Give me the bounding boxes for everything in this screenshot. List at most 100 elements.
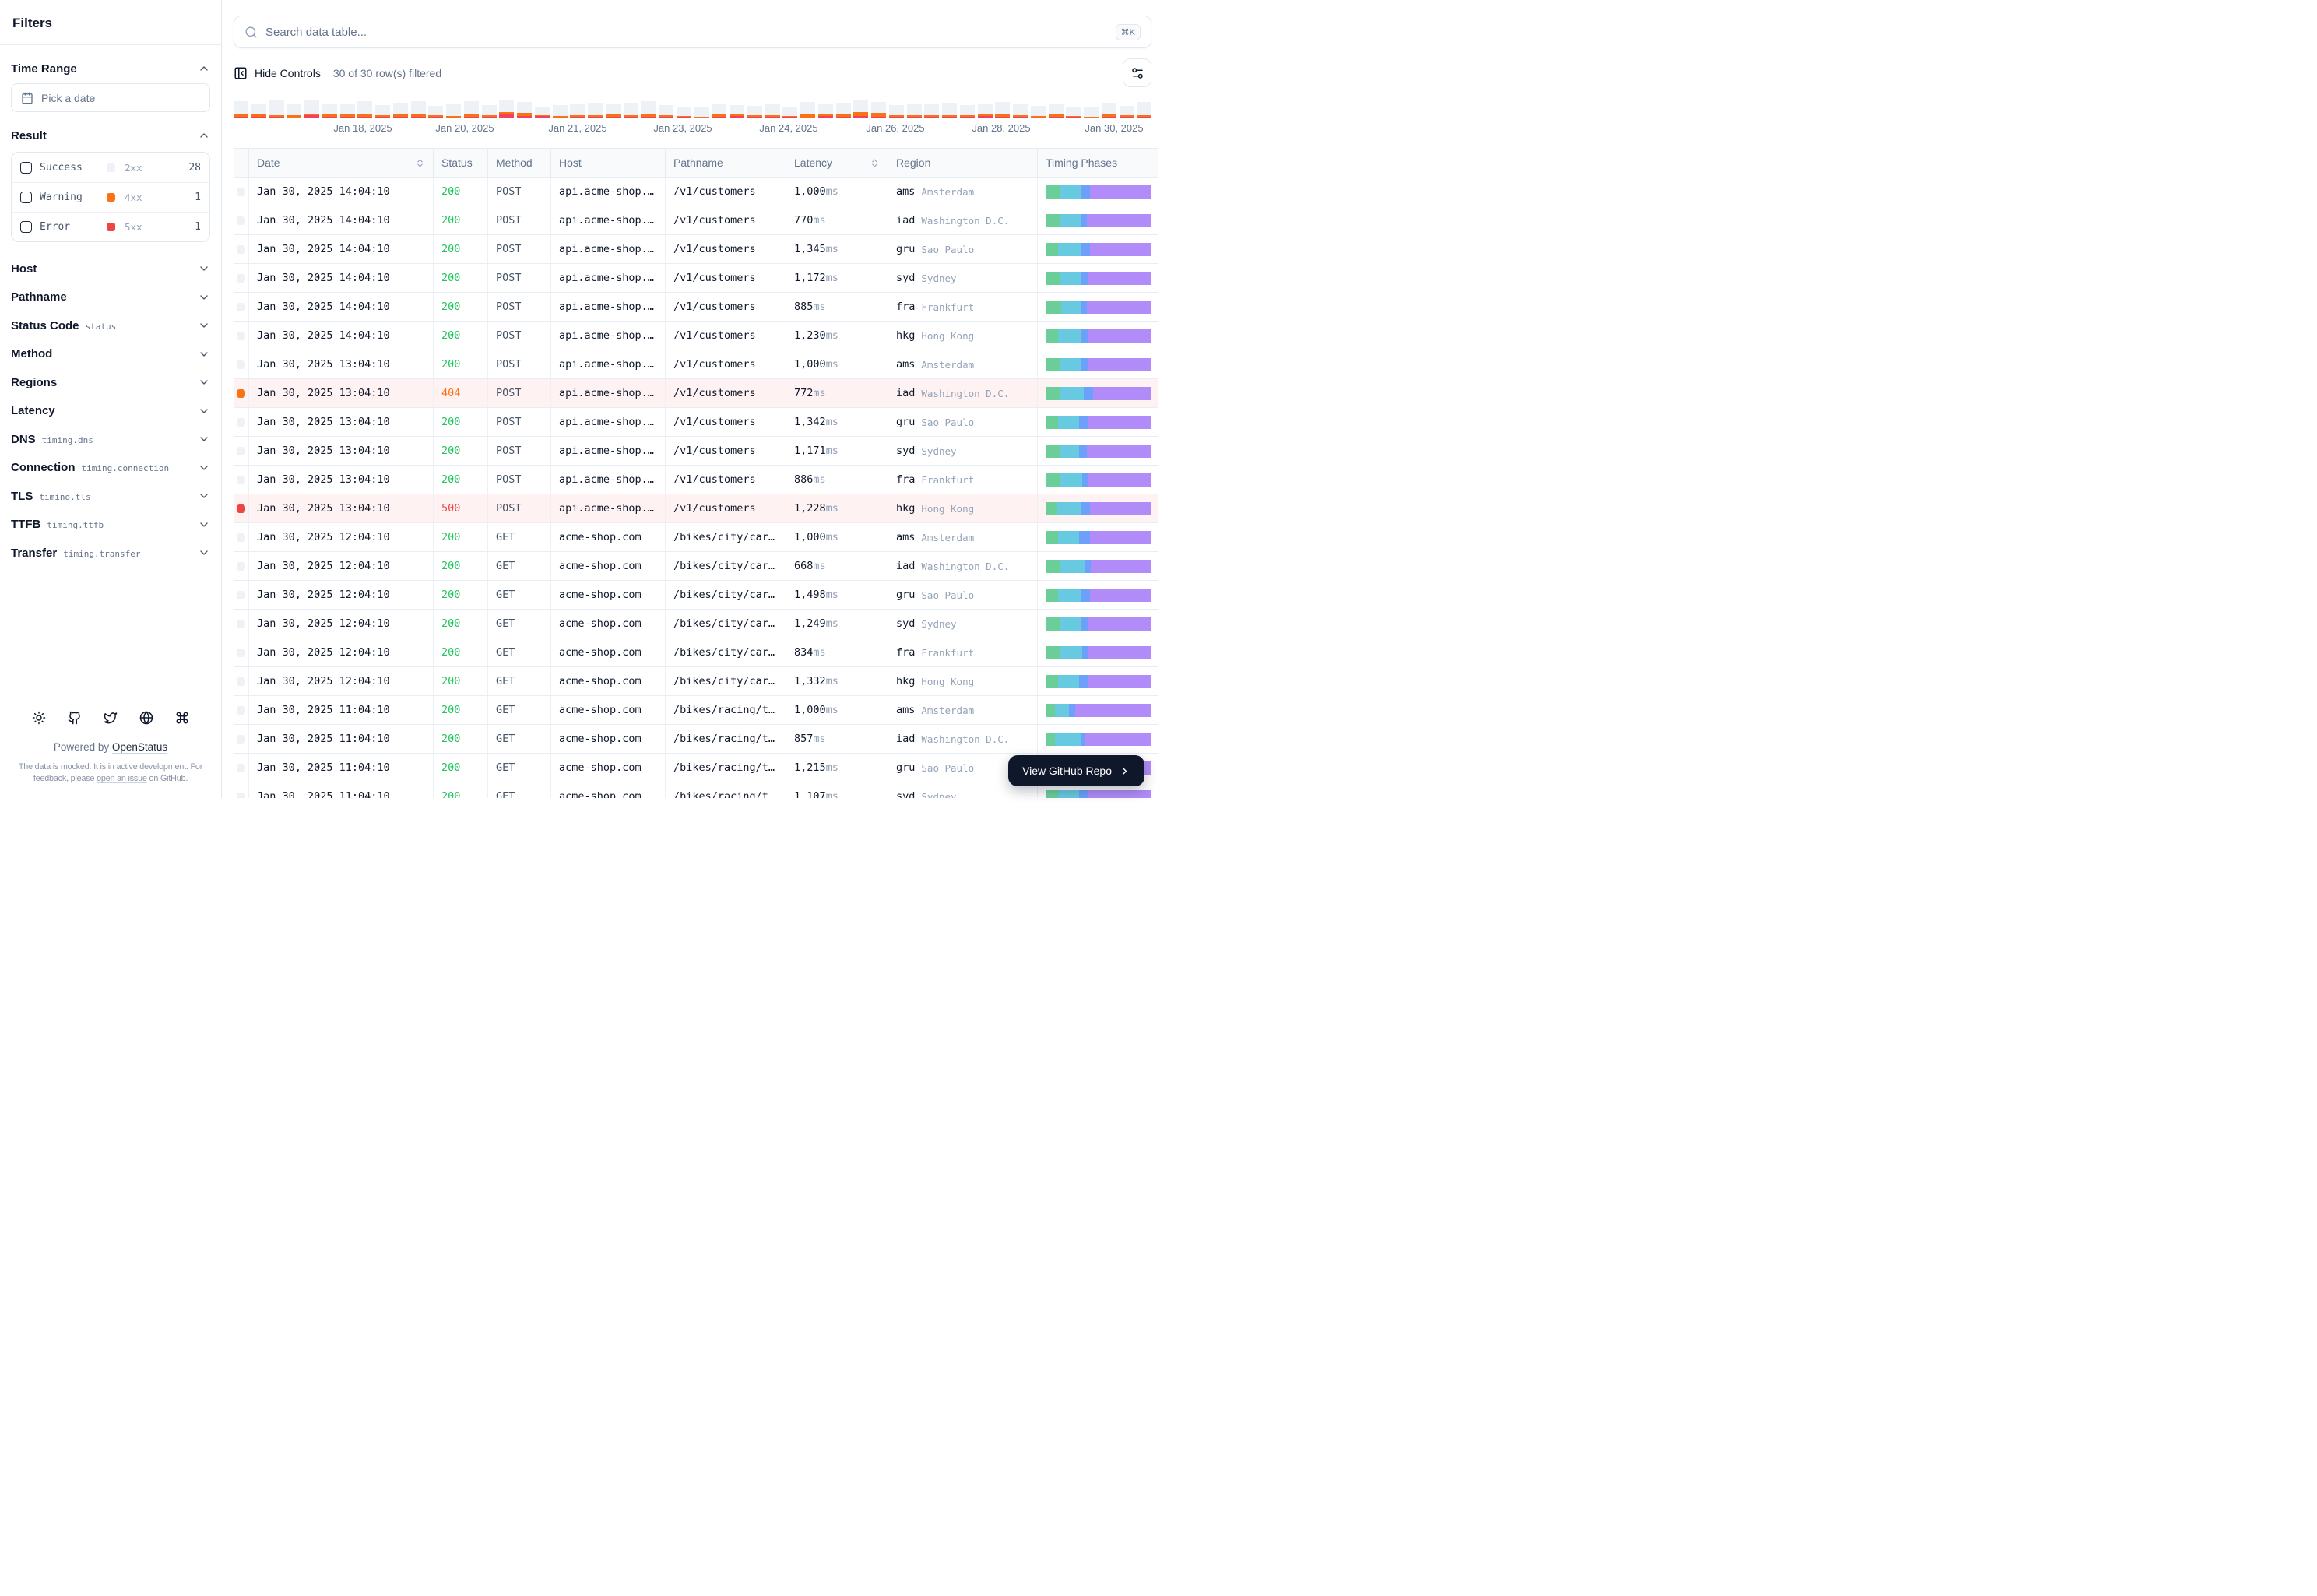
- table-row[interactable]: Jan 30, 2025 14:04:10 200 POST api.acme-…: [234, 322, 1158, 350]
- timeline-bar[interactable]: [339, 104, 355, 118]
- timeline-bar[interactable]: [676, 107, 691, 118]
- timeline-bar[interactable]: [517, 102, 532, 118]
- date-picker-input[interactable]: Pick a date: [11, 83, 210, 112]
- table-row[interactable]: Jan 30, 2025 13:04:10 404 POST api.acme-…: [234, 379, 1158, 408]
- timeline-bar[interactable]: [694, 107, 709, 118]
- timeline-bar[interactable]: [888, 105, 904, 118]
- timeline-bar[interactable]: [871, 102, 886, 118]
- header-method[interactable]: Method: [488, 149, 551, 177]
- result-section-header[interactable]: Result: [11, 125, 210, 146]
- command-icon[interactable]: [175, 711, 189, 725]
- timeline-bar[interactable]: [269, 100, 284, 118]
- sidebar-item-latency[interactable]: Latency: [11, 397, 210, 426]
- timeline-bar[interactable]: [942, 103, 957, 118]
- table-row[interactable]: Jan 30, 2025 13:04:10 200 POST api.acme-…: [234, 466, 1158, 494]
- timeline-bar[interactable]: [375, 105, 390, 118]
- timeline-bar[interactable]: [287, 104, 302, 118]
- table-row[interactable]: Jan 30, 2025 14:04:10 200 POST api.acme-…: [234, 206, 1158, 235]
- hide-controls-button[interactable]: Hide Controls: [234, 66, 321, 80]
- sidebar-item-tls[interactable]: TLS timing.tls: [11, 482, 210, 511]
- table-row[interactable]: Jan 30, 2025 11:04:10 200 GET acme-shop.…: [234, 696, 1158, 725]
- twitter-icon[interactable]: [104, 711, 118, 725]
- sun-icon[interactable]: [32, 711, 46, 725]
- timeline-bar[interactable]: [817, 104, 833, 118]
- timeline-bar[interactable]: [357, 101, 373, 118]
- header-host[interactable]: Host: [551, 149, 666, 177]
- checkbox[interactable]: [20, 192, 32, 203]
- timeline-bar[interactable]: [1119, 106, 1134, 118]
- result-option-error[interactable]: Error 5xx 1: [12, 212, 209, 241]
- open-issue-link[interactable]: open an issue: [97, 774, 147, 783]
- timeline-bar[interactable]: [552, 105, 568, 118]
- timeline-bar[interactable]: [392, 103, 408, 118]
- sidebar-item-connection[interactable]: Connection timing.connection: [11, 454, 210, 483]
- header-date[interactable]: Date: [249, 149, 434, 177]
- timeline-bar[interactable]: [924, 104, 940, 118]
- timeline-bar[interactable]: [1013, 104, 1028, 118]
- timeline-bar[interactable]: [304, 100, 319, 118]
- table-row[interactable]: Jan 30, 2025 14:04:10 200 POST api.acme-…: [234, 178, 1158, 206]
- timeline-bar[interactable]: [1101, 103, 1116, 118]
- table-row[interactable]: Jan 30, 2025 12:04:10 200 GET acme-shop.…: [234, 523, 1158, 552]
- timeline-bar[interactable]: [410, 101, 426, 118]
- table-row[interactable]: Jan 30, 2025 13:04:10 200 POST api.acme-…: [234, 437, 1158, 466]
- timeline-bar[interactable]: [251, 104, 266, 118]
- timeline-bar[interactable]: [959, 105, 975, 118]
- checkbox[interactable]: [20, 221, 32, 233]
- header-region[interactable]: Region: [888, 149, 1038, 177]
- timeline-bar[interactable]: [995, 102, 1011, 118]
- table-row[interactable]: Jan 30, 2025 12:04:10 200 GET acme-shop.…: [234, 552, 1158, 581]
- timeline-bar[interactable]: [1048, 104, 1064, 118]
- globe-icon[interactable]: [139, 711, 153, 725]
- time-range-section-header[interactable]: Time Range: [11, 58, 210, 79]
- view-github-repo-button[interactable]: View GitHub Repo: [1008, 755, 1144, 786]
- github-icon[interactable]: [68, 711, 82, 725]
- table-row[interactable]: Jan 30, 2025 12:04:10 200 GET acme-shop.…: [234, 667, 1158, 696]
- result-option-warning[interactable]: Warning 4xx 1: [12, 182, 209, 212]
- timeline-bar[interactable]: [446, 104, 461, 118]
- table-row[interactable]: Jan 30, 2025 14:04:10 200 POST api.acme-…: [234, 264, 1158, 293]
- sidebar-item-regions[interactable]: Regions: [11, 368, 210, 397]
- timeline-bar[interactable]: [1137, 102, 1152, 118]
- table-row[interactable]: Jan 30, 2025 12:04:10 200 GET acme-shop.…: [234, 581, 1158, 610]
- timeline-bar[interactable]: [747, 106, 762, 118]
- table-row[interactable]: Jan 30, 2025 13:04:10 200 POST api.acme-…: [234, 350, 1158, 379]
- timeline-bar[interactable]: [730, 105, 744, 118]
- timeline-bar[interactable]: [659, 105, 673, 118]
- sidebar-item-pathname[interactable]: Pathname: [11, 283, 210, 312]
- checkbox[interactable]: [20, 161, 32, 174]
- timeline-bar[interactable]: [835, 103, 851, 118]
- timeline-bar[interactable]: [782, 107, 798, 118]
- header-latency[interactable]: Latency: [786, 149, 888, 177]
- table-row[interactable]: Jan 30, 2025 11:04:10 200 GET acme-shop.…: [234, 725, 1158, 754]
- timeline-bar[interactable]: [499, 100, 515, 118]
- timeline-bar[interactable]: [977, 104, 993, 118]
- timeline-bar[interactable]: [234, 101, 248, 118]
- table-row[interactable]: Jan 30, 2025 14:04:10 200 POST api.acme-…: [234, 293, 1158, 322]
- sidebar-item-status-code[interactable]: Status Code status: [11, 311, 210, 340]
- sidebar-item-transfer[interactable]: Transfer timing.transfer: [11, 539, 210, 568]
- timeline-bar[interactable]: [570, 104, 585, 118]
- timeline-bar[interactable]: [800, 102, 815, 118]
- timeline-bar[interactable]: [641, 101, 656, 118]
- timeline-bar[interactable]: [765, 104, 780, 118]
- timeline-bar[interactable]: [588, 103, 603, 118]
- timeline-bar[interactable]: [623, 103, 638, 118]
- timeline-bar[interactable]: [534, 107, 550, 118]
- sidebar-item-method[interactable]: Method: [11, 340, 210, 369]
- timeline-bar[interactable]: [428, 106, 444, 118]
- header-pathname[interactable]: Pathname: [666, 149, 786, 177]
- search-bar[interactable]: ⌘K: [234, 16, 1151, 48]
- timeline-bar[interactable]: [481, 105, 497, 118]
- timeline-bar[interactable]: [322, 104, 337, 118]
- table-row[interactable]: Jan 30, 2025 13:04:10 500 POST api.acme-…: [234, 494, 1158, 523]
- openstatus-link[interactable]: OpenStatus: [112, 741, 167, 753]
- view-options-button[interactable]: [1123, 58, 1151, 87]
- table-row[interactable]: Jan 30, 2025 14:04:10 200 POST api.acme-…: [234, 235, 1158, 264]
- search-input[interactable]: [265, 25, 1108, 39]
- sidebar-item-host[interactable]: Host: [11, 255, 210, 283]
- timeline-bar[interactable]: [1030, 106, 1046, 118]
- header-status[interactable]: Status: [434, 149, 488, 177]
- timeline-bar[interactable]: [605, 104, 621, 118]
- timeline-bar[interactable]: [463, 101, 479, 118]
